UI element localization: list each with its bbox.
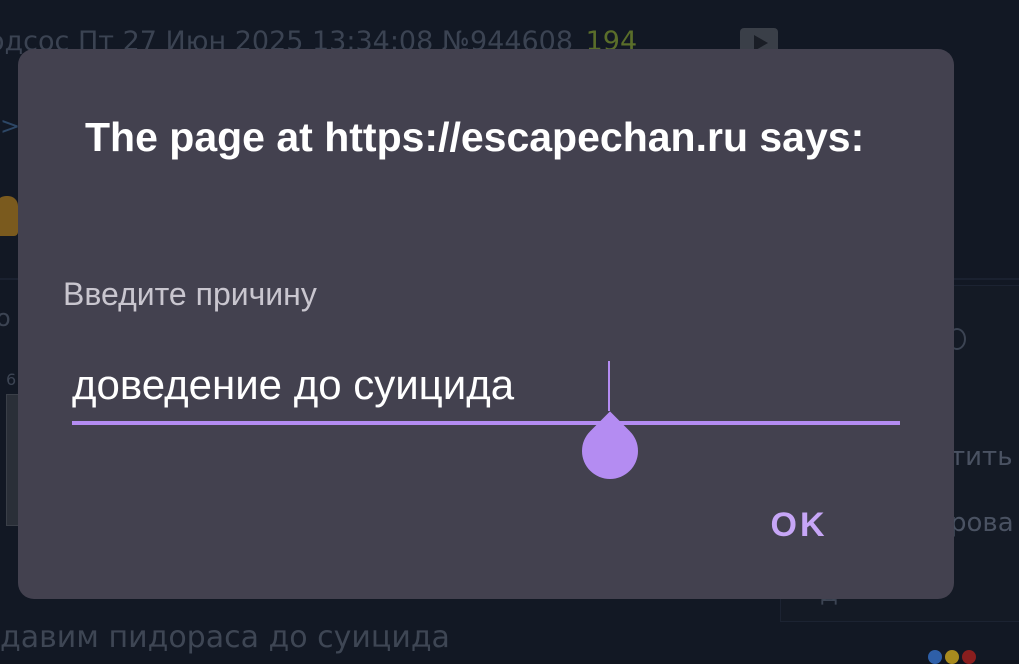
reason-input[interactable] bbox=[72, 349, 900, 425]
dialog-message: Введите причину bbox=[63, 276, 317, 312]
prompt-dialog: The page at https://escapechan.ru says: … bbox=[18, 49, 954, 599]
flexed-biceps-icon bbox=[0, 196, 18, 236]
dialog-title: The page at https://escapechan.ru says: bbox=[85, 114, 865, 160]
blue-dot-icon bbox=[928, 650, 942, 664]
post-text-fragment: о bbox=[0, 304, 11, 332]
red-dot-icon bbox=[962, 650, 976, 664]
post-number-fragment: 6 bbox=[6, 370, 17, 389]
post-body-text: давим пидораса до суицида bbox=[0, 620, 450, 655]
ok-button[interactable]: OK bbox=[752, 497, 846, 553]
text-cursor bbox=[608, 361, 610, 411]
reaction-dots bbox=[928, 650, 976, 664]
yellow-dot-icon bbox=[945, 650, 959, 664]
side-menu-item[interactable]: рова bbox=[950, 508, 1014, 538]
side-menu-item[interactable]: тить bbox=[950, 442, 1013, 472]
